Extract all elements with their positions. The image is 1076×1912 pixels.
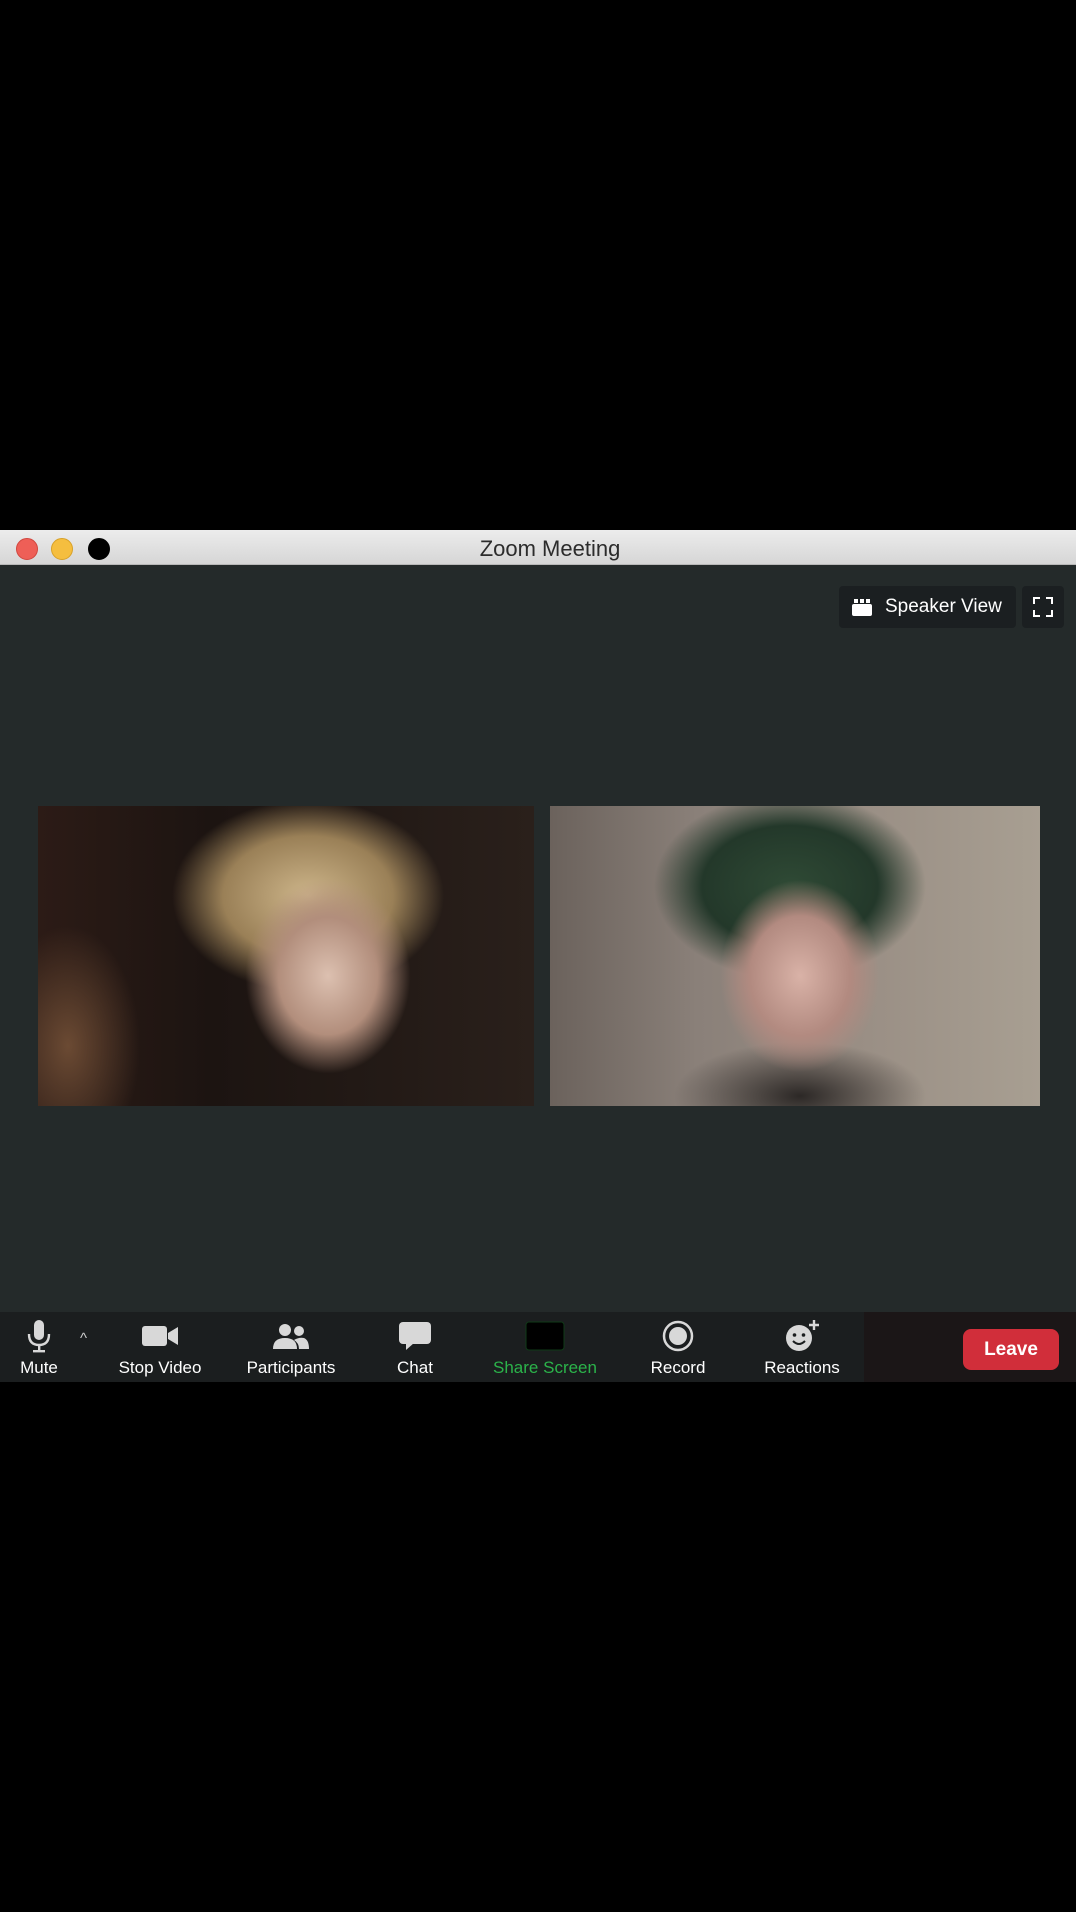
participant-video-tile-left[interactable] xyxy=(38,806,534,1106)
reactions-button[interactable]: Reactions xyxy=(748,1312,856,1382)
share-screen-label: Share Screen xyxy=(493,1358,597,1377)
grid-icon xyxy=(852,598,872,616)
share-screen-button[interactable]: Share Screen xyxy=(478,1312,612,1382)
speaker-view-label: Speaker View xyxy=(885,596,1002,617)
stop-video-label: Stop Video xyxy=(118,1358,202,1377)
smiley-plus-icon xyxy=(786,1320,819,1351)
zoom-window: Zoom Meeting Speaker View Mute ^ Stop Vi… xyxy=(0,530,1076,1382)
share-screen-icon xyxy=(525,1321,565,1351)
window-title: Zoom Meeting xyxy=(479,536,621,561)
chat-bubble-icon xyxy=(399,1322,431,1350)
mute-label: Mute xyxy=(20,1358,58,1377)
record-icon xyxy=(662,1320,694,1352)
participant-video-tile-right[interactable] xyxy=(550,806,1040,1106)
leave-button[interactable]: Leave xyxy=(963,1329,1059,1370)
reactions-label: Reactions xyxy=(764,1358,840,1377)
meeting-toolbar: Mute ^ Stop Video Participants Chat Shar… xyxy=(0,1312,1076,1382)
title-bar: Zoom Meeting xyxy=(0,530,1076,565)
record-button[interactable]: Record xyxy=(632,1312,724,1382)
participants-label: Participants xyxy=(246,1358,336,1377)
chat-button[interactable]: Chat xyxy=(375,1312,455,1382)
fullscreen-button[interactable] xyxy=(1022,586,1064,628)
participants-button[interactable]: Participants xyxy=(232,1312,350,1382)
chat-label: Chat xyxy=(397,1358,433,1377)
speaker-view-button[interactable]: Speaker View xyxy=(839,586,1016,628)
video-camera-icon xyxy=(142,1326,178,1346)
mute-button[interactable]: Mute xyxy=(0,1312,78,1382)
audio-options-caret[interactable]: ^ xyxy=(80,1330,87,1347)
stop-video-button[interactable]: Stop Video xyxy=(108,1312,212,1382)
record-label: Record xyxy=(650,1358,706,1377)
participants-icon xyxy=(273,1324,309,1349)
microphone-icon xyxy=(27,1320,51,1353)
fullscreen-icon xyxy=(1033,597,1053,617)
